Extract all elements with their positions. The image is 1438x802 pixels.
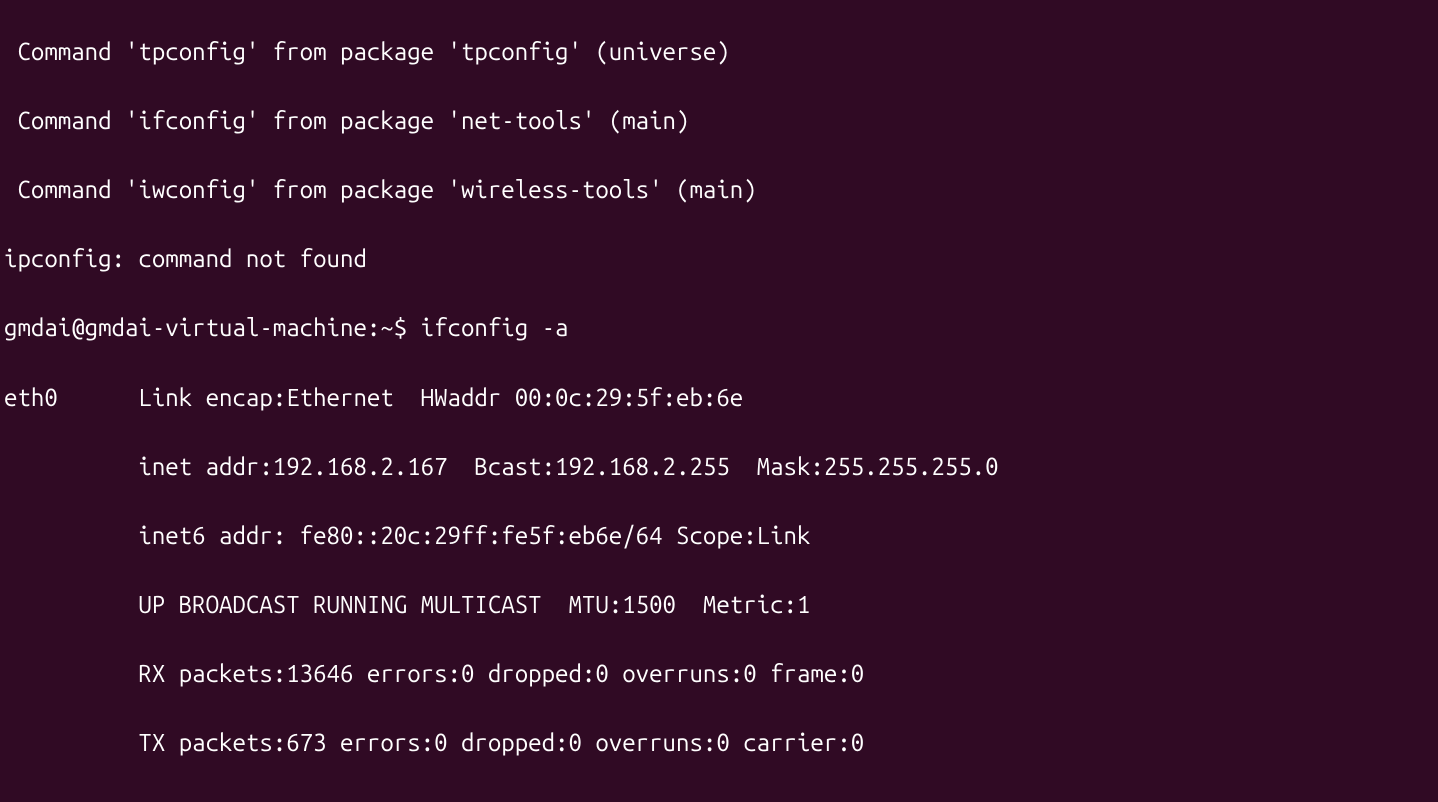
ifconfig-eth0-line: collisions:0 txqueuelen:1000 [4, 796, 1434, 802]
terminal-output[interactable]: Command 'tpconfig' from package 'tpconfi… [0, 0, 1438, 802]
ifconfig-eth0-line: inet6 addr: fe80::20c:29ff:fe5f:eb6e/64 … [4, 519, 1434, 554]
error-line: ipconfig: command not found [4, 242, 1434, 277]
suggestion-line: Command 'tpconfig' from package 'tpconfi… [4, 35, 1434, 70]
ifconfig-eth0-line: RX packets:13646 errors:0 dropped:0 over… [4, 657, 1434, 692]
prompt-line[interactable]: gmdai@gmdai-virtual-machine:~$ ifconfig … [4, 311, 1434, 346]
suggestion-line: Command 'iwconfig' from package 'wireles… [4, 173, 1434, 208]
ifconfig-eth0-line: UP BROADCAST RUNNING MULTICAST MTU:1500 … [4, 588, 1434, 623]
ifconfig-eth0-line: eth0 Link encap:Ethernet HWaddr 00:0c:29… [4, 381, 1434, 416]
ifconfig-eth0-line: TX packets:673 errors:0 dropped:0 overru… [4, 726, 1434, 761]
suggestion-line: Command 'ifconfig' from package 'net-too… [4, 104, 1434, 139]
ifconfig-eth0-line: inet addr:192.168.2.167 Bcast:192.168.2.… [4, 450, 1434, 485]
